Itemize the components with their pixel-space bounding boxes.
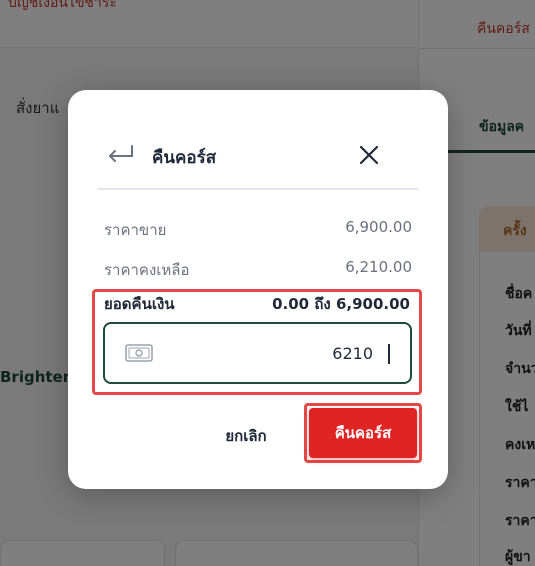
refund-amount-input[interactable] [175, 334, 395, 372]
sale-price-value: 6,900.00 [345, 218, 412, 236]
cancel-button[interactable]: ยกเลิก [206, 418, 286, 454]
modal-title: คืนคอร์ส [152, 148, 217, 168]
money-icon [125, 344, 153, 362]
refund-amount-range: 0.00 ถึง 6,900.00 [272, 295, 410, 313]
remaining-price-value: 6,210.00 [345, 258, 412, 276]
refund-amount-field[interactable] [103, 322, 412, 384]
close-icon[interactable] [358, 144, 380, 166]
refund-course-modal: คืนคอร์ส ราคาขาย 6,900.00 ราคาคงเหลือ 6,… [68, 90, 448, 489]
sale-price-label: ราคาขาย [104, 221, 167, 239]
refund-amount-label: ยอดคืนเงิน [104, 295, 175, 313]
text-caret [388, 344, 390, 364]
modal-header: คืนคอร์ส [98, 130, 418, 190]
return-arrow-icon[interactable] [106, 144, 134, 166]
confirm-refund-button[interactable]: คืนคอร์ส [309, 408, 417, 458]
remaining-price-label: ราคาคงเหลือ [104, 261, 190, 279]
